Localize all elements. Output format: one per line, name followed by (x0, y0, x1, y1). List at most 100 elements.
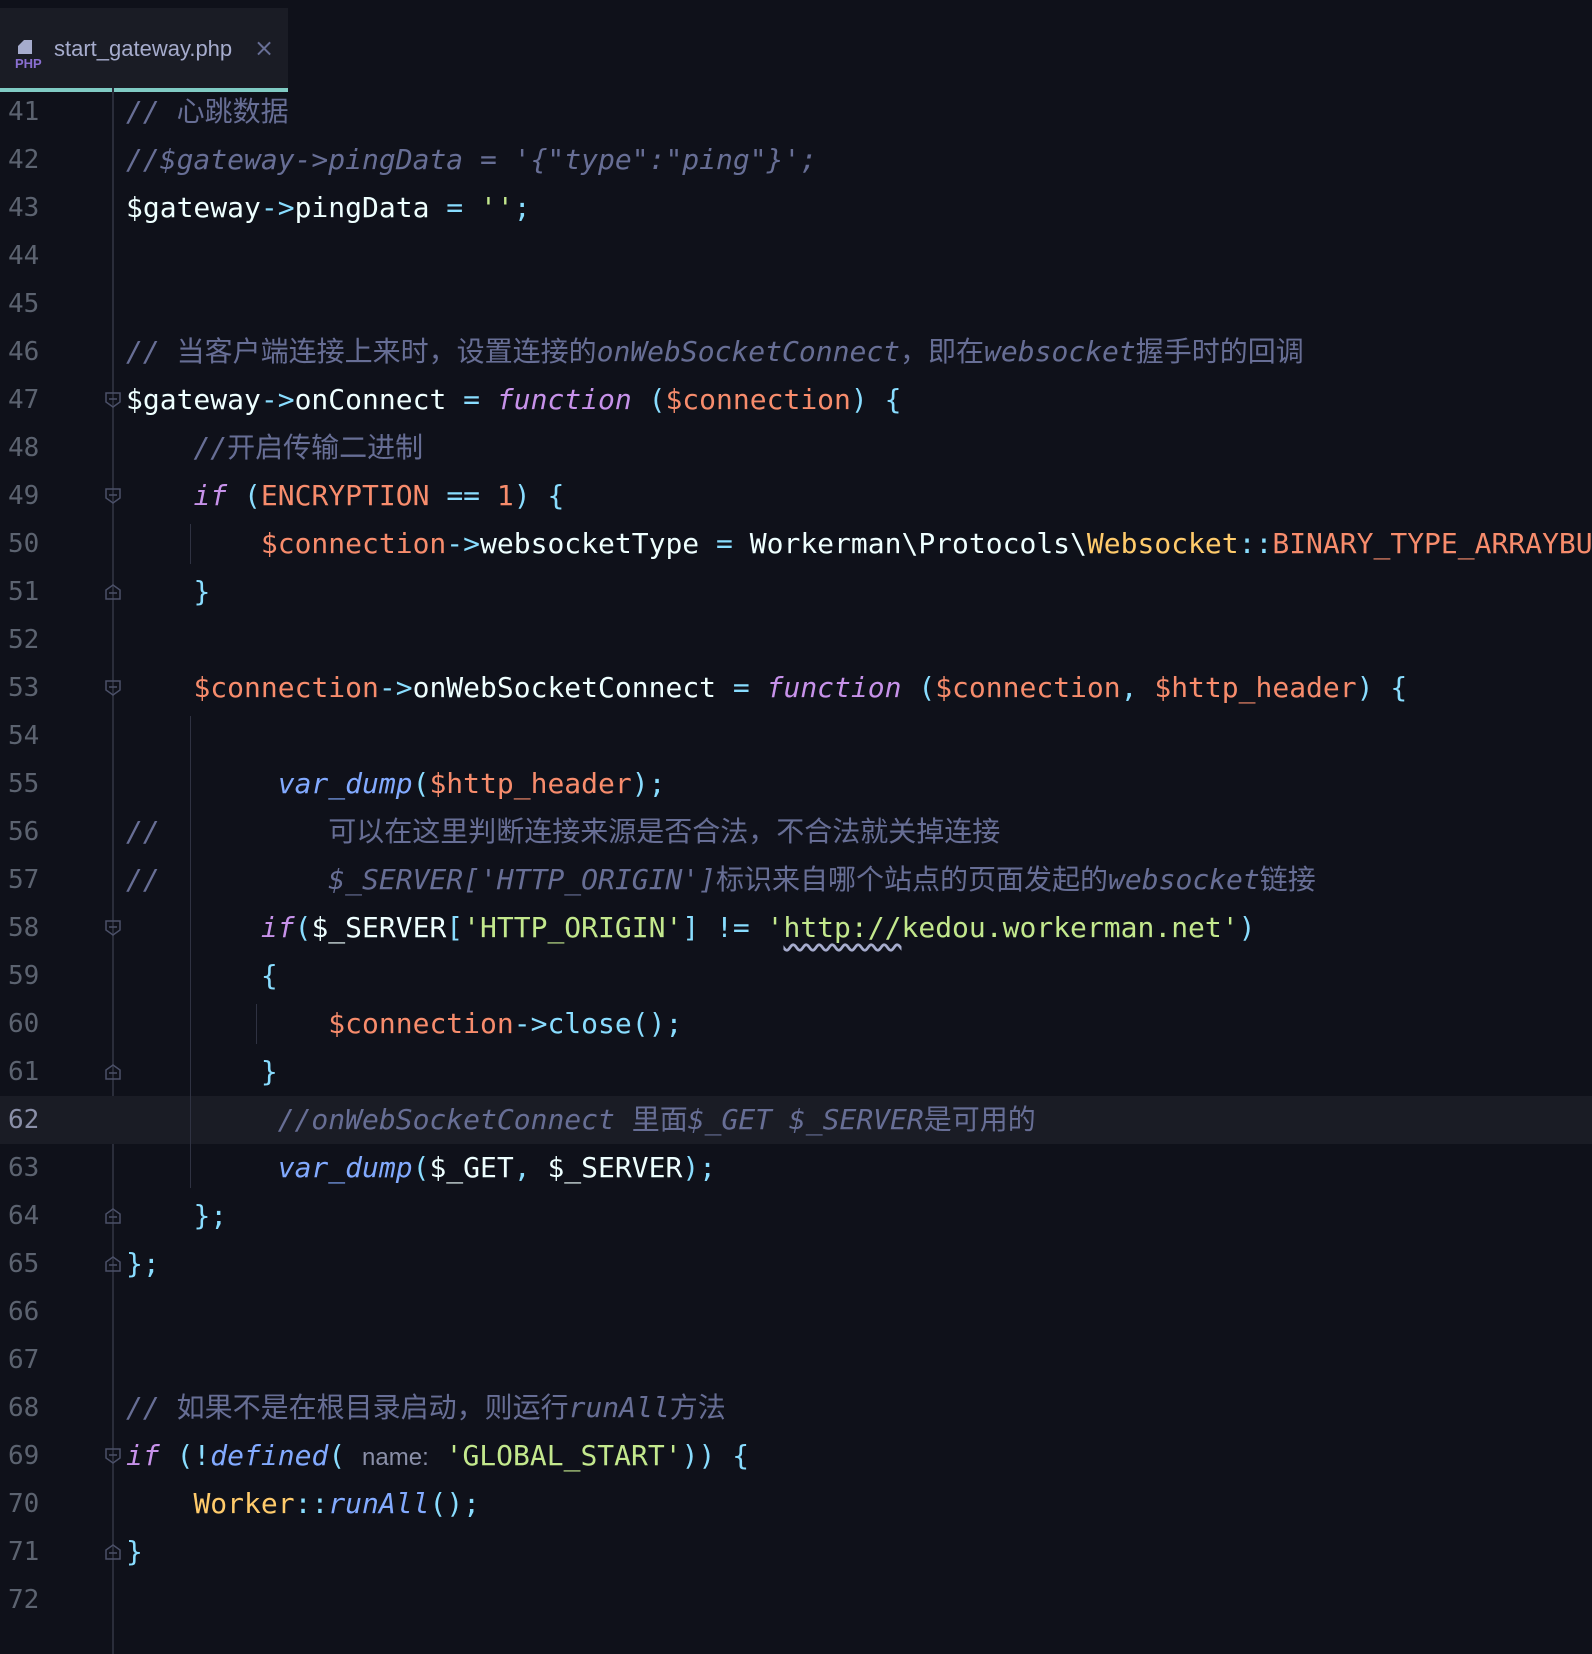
code-token: 可以在这里判断连接来源是否合法，不合法就关掉连接 (328, 815, 1001, 848)
code-text[interactable]: //onWebSocketConnect 里面$_GET $_SERVER是可用… (126, 1096, 1036, 1144)
code-line[interactable]: 42 //$gateway->pingData = '{"type":"ping"… (0, 136, 1592, 184)
fold-open-icon[interactable] (104, 679, 122, 697)
code-line[interactable]: 46 // 当客户端连接上来时，设置连接的onWebSocketConnect，即… (0, 328, 1592, 376)
code-token: 如果不是在根目录启动，则运行 (176, 1391, 569, 1424)
code-line[interactable]: 44 (0, 232, 1592, 280)
fold-close-icon[interactable] (104, 1255, 122, 1273)
code-text[interactable]: { (126, 952, 278, 1000)
fold-open-icon[interactable] (104, 919, 122, 937)
code-text[interactable]: //$gateway->pingData = '{"type":"ping"}'… (126, 136, 817, 184)
code-token: 握手时的回调 (1135, 335, 1304, 368)
code-line[interactable]: 53 $connection->onWebSocketConnect = fun… (0, 664, 1592, 712)
code-token: -> (260, 191, 295, 224)
line-number: 42 (8, 145, 40, 175)
fold-open-icon[interactable] (104, 391, 122, 409)
code-line[interactable]: 51 } (0, 568, 1592, 616)
fold-open-icon[interactable] (104, 1447, 122, 1465)
code-line[interactable]: 65}; (0, 1240, 1592, 1288)
code-token: // (193, 431, 228, 464)
code-token: } (126, 1535, 143, 1568)
code-text[interactable]: $connection->websocketType = Workerman\P… (126, 520, 1592, 568)
code-token: $connection (193, 671, 379, 704)
code-line[interactable]: 41 // 心跳数据 (0, 88, 1592, 136)
fold-close-icon[interactable] (104, 1543, 122, 1561)
code-token: 方法 (669, 1391, 726, 1424)
code-editor[interactable]: 41 // 心跳数据 42 //$gateway->pingData = '{"typ… (0, 88, 1592, 1654)
code-line[interactable]: 54 (0, 712, 1592, 760)
code-text[interactable]: // 当客户端连接上来时，设置连接的onWebSocketConnect，即在w… (126, 328, 1304, 376)
code-line[interactable]: 56 // 可以在这里判断连接来源是否合法，不合法就关掉连接 (0, 808, 1592, 856)
code-text[interactable]: // 可以在这里判断连接来源是否合法，不合法就关掉连接 (126, 808, 1000, 856)
code-line[interactable]: 69 if (!defined( name: 'GLOBAL_START')) { (0, 1432, 1592, 1480)
code-line[interactable]: 47 $gateway->onConnect = function ($conne… (0, 376, 1592, 424)
code-line[interactable]: 61 } (0, 1048, 1592, 1096)
code-line[interactable]: 45 (0, 280, 1592, 328)
code-line[interactable]: 62 //onWebSocketConnect 里面$_GET $_SERVER… (0, 1096, 1592, 1144)
code-line[interactable]: 52 (0, 616, 1592, 664)
code-text[interactable]: if (!defined( name: 'GLOBAL_START')) { (126, 1432, 749, 1482)
fold-close-icon[interactable] (104, 1063, 122, 1081)
code-line[interactable]: 66 (0, 1288, 1592, 1336)
indent-guide (190, 716, 191, 1188)
code-token: // (126, 335, 177, 368)
code-text[interactable]: $connection->close(); (126, 1000, 682, 1048)
code-text[interactable]: var_dump($http_header); (126, 760, 666, 808)
code-line[interactable]: 60 $connection->close(); (0, 1000, 1592, 1048)
code-line[interactable]: 58 if($_SERVER['HTTP_ORIGIN'] != 'http:/… (0, 904, 1592, 952)
fold-close-icon[interactable] (104, 583, 122, 601)
code-line[interactable]: 57 // $_SERVER['HTTP_ORIGIN']标识来自哪个站点的页面发… (0, 856, 1592, 904)
tab-start-gateway[interactable]: PHP start_gateway.php × (0, 8, 288, 92)
code-line[interactable]: 63 var_dump($_GET, $_SERVER); (0, 1144, 1592, 1192)
code-text[interactable]: }; (126, 1240, 160, 1288)
tab-filename[interactable]: start_gateway.php (54, 36, 232, 62)
code-text[interactable]: // 如果不是在根目录启动，则运行runAll方法 (126, 1384, 726, 1432)
code-text[interactable]: //开启传输二进制 (126, 424, 423, 472)
code-token: ( (412, 1151, 430, 1184)
fold-open-icon[interactable] (104, 487, 122, 505)
line-number: 58 (8, 913, 40, 943)
code-text[interactable]: if (ENCRYPTION == 1) { (126, 472, 564, 520)
code-token: (! (176, 1439, 211, 1472)
code-line[interactable]: 55 var_dump($http_header); (0, 760, 1592, 808)
code-token: { (1390, 671, 1408, 704)
code-text[interactable]: } (126, 1048, 278, 1096)
code-line[interactable]: 68 // 如果不是在根目录启动，则运行runAll方法 (0, 1384, 1592, 1432)
code-token: ) (1356, 671, 1374, 704)
code-token: 里面 (631, 1103, 688, 1136)
code-line[interactable]: 48 //开启传输二进制 (0, 424, 1592, 472)
code-token: , (1120, 671, 1138, 704)
code-text[interactable]: $gateway->onConnect = function ($connect… (126, 376, 901, 424)
code-text[interactable]: Worker::runAll(); (126, 1480, 480, 1528)
code-text[interactable]: }; (126, 1192, 227, 1240)
code-text[interactable]: if($_SERVER['HTTP_ORIGIN'] != 'http://ke… (126, 904, 1256, 952)
code-token: ( (648, 383, 666, 416)
code-text[interactable]: $gateway->pingData = ''; (126, 184, 531, 232)
fold-close-icon[interactable] (104, 1207, 122, 1225)
code-line[interactable]: 50 $connection->websocketType = Workerma… (0, 520, 1592, 568)
code-line[interactable]: 59 { (0, 952, 1592, 1000)
code-text[interactable]: // $_SERVER['HTTP_ORIGIN']标识来自哪个站点的页面发起的… (126, 856, 1316, 904)
code-line[interactable]: 67 (0, 1336, 1592, 1384)
line-number: 43 (8, 193, 40, 223)
code-line[interactable]: 71} (0, 1528, 1592, 1576)
code-line[interactable]: 64 }; (0, 1192, 1592, 1240)
code-text[interactable]: } (126, 568, 210, 616)
code-text[interactable]: $connection->onWebSocketConnect = functi… (126, 664, 1407, 712)
code-line[interactable]: 70 Worker::runAll(); (0, 1480, 1592, 1528)
line-number: 46 (8, 337, 40, 367)
code-token: ); (631, 767, 666, 800)
code-text[interactable]: } (126, 1528, 143, 1576)
code-text[interactable]: // 心跳数据 (126, 88, 289, 136)
code-line[interactable]: 72 (0, 1576, 1592, 1624)
code-token: ( (328, 1439, 346, 1472)
code-text[interactable]: var_dump($_GET, $_SERVER); (126, 1144, 716, 1192)
code-line[interactable]: 49 if (ENCRYPTION == 1) { (0, 472, 1592, 520)
code-line[interactable]: 43 $gateway->pingData = ''; (0, 184, 1592, 232)
close-icon[interactable]: × (254, 34, 274, 62)
